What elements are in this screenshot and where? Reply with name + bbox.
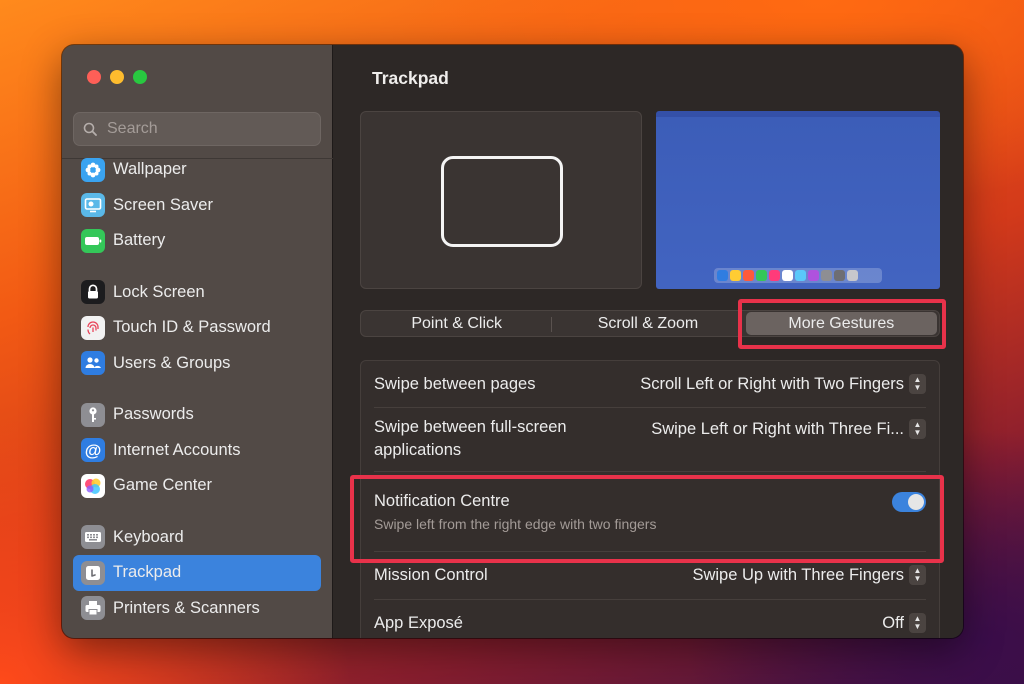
sidebar-item-keyboard[interactable]: Keyboard (73, 520, 321, 556)
setting-row-swipe-pages: Swipe between pages Scroll Left or Right… (361, 361, 939, 407)
sidebar-item-label: Passwords (113, 405, 194, 424)
setting-row-app-expose: App Exposé Off ▲ ▼ (361, 600, 939, 638)
settings-window: Wallpaper Screen Saver Battery Lock Scre… (62, 45, 963, 638)
tab-bar: Point & Click Scroll & Zoom More Gesture… (360, 310, 940, 337)
setting-row-mission-control: Mission Control Swipe Up with Three Fing… (361, 552, 939, 598)
swipe-pages-select[interactable]: Scroll Left or Right with Two Fingers ▲ ▼ (640, 374, 926, 394)
setting-label-line: Swipe between full-screen (374, 418, 567, 436)
sidebar-item-printers[interactable]: Printers & Scanners (73, 591, 321, 627)
sidebar-item-lock-screen[interactable]: Lock Screen (73, 275, 321, 311)
setting-label-line: applications (374, 441, 462, 459)
sidebar-item-label: Lock Screen (113, 282, 205, 301)
sidebar-item-label: Printers & Scanners (113, 598, 260, 617)
sidebar-item-trackpad[interactable]: Trackpad (73, 555, 321, 591)
sidebar-item-wallpaper[interactable]: Wallpaper (73, 152, 321, 188)
sidebar-item-label: Touch ID & Password (113, 318, 271, 337)
at-icon: @ (81, 438, 105, 463)
screen-saver-icon (81, 193, 105, 218)
lock-icon (81, 280, 105, 305)
chevron-up-down-icon: ▲ ▼ (909, 374, 926, 394)
setting-label: Mission Control (374, 565, 488, 584)
sidebar-item-label: Wallpaper (113, 160, 187, 179)
wallpaper-icon (81, 157, 105, 182)
page-title: Trackpad (372, 68, 449, 88)
chevron-up-down-icon: ▲ ▼ (909, 419, 926, 439)
keyboard-icon (81, 525, 105, 550)
sidebar-item-label: Internet Accounts (113, 440, 241, 459)
sidebar-item-battery[interactable]: Battery (73, 223, 321, 259)
minimize-button[interactable] (110, 70, 124, 84)
setting-label: Notification Centre (374, 492, 510, 510)
battery-icon (81, 228, 105, 253)
chevron-up-down-icon: ▲ ▼ (909, 565, 926, 585)
gesture-preview-trackpad (360, 111, 642, 289)
dock-preview (714, 268, 882, 283)
window-controls (87, 70, 147, 84)
printer-icon (81, 596, 105, 621)
search-input[interactable] (107, 120, 297, 138)
sidebar-item-label: Users & Groups (113, 353, 231, 372)
setting-label: Swipe between full-screen applications (374, 416, 567, 462)
app-expose-select[interactable]: Off ▲ ▼ (882, 613, 926, 633)
sidebar-item-label: Trackpad (113, 563, 182, 582)
sidebar-item-label: Screen Saver (113, 195, 213, 214)
sidebar-item-label: Keyboard (113, 527, 184, 546)
game-center-icon (81, 473, 105, 498)
zoom-button[interactable] (133, 70, 147, 84)
key-icon (81, 402, 105, 427)
sidebar-item-users-groups[interactable]: Users & Groups (73, 346, 321, 382)
setting-description: Swipe left from the right edge with two … (374, 516, 657, 532)
chevron-up-down-icon: ▲ ▼ (909, 613, 926, 633)
sidebar: Wallpaper Screen Saver Battery Lock Scre… (62, 45, 333, 638)
setting-value: Swipe Up with Three Fingers (692, 565, 904, 584)
sidebar-item-label: Battery (113, 231, 166, 250)
notification-centre-toggle[interactable] (892, 492, 926, 512)
search-field[interactable] (73, 112, 321, 146)
mission-control-select[interactable]: Swipe Up with Three Fingers ▲ ▼ (692, 565, 926, 585)
setting-text: Notification Centre Swipe left from the … (374, 490, 656, 532)
gesture-settings-list: Swipe between pages Scroll Left or Right… (360, 360, 940, 638)
setting-row-notification-centre: Notification Centre Swipe left from the … (361, 472, 939, 550)
setting-value: Off (882, 613, 904, 632)
sidebar-item-internet-accounts[interactable]: @ Internet Accounts (73, 433, 321, 469)
main-pane: Trackpad Point & Click Scroll & Zoom Mor… (334, 45, 963, 638)
close-button[interactable] (87, 70, 101, 84)
sidebar-item-game-center[interactable]: Game Center (73, 468, 321, 504)
sidebar-item-label: Game Center (113, 476, 213, 495)
swipe-fullscreen-select[interactable]: Swipe Left or Right with Three Fi... ▲ ▼ (651, 419, 926, 439)
tab-point-click[interactable]: Point & Click (361, 311, 553, 336)
tab-scroll-zoom[interactable]: Scroll & Zoom (552, 311, 743, 336)
sidebar-item-touch-id[interactable]: Touch ID & Password (73, 310, 321, 346)
search-icon (83, 122, 97, 136)
setting-row-swipe-fullscreen: Swipe between full-screen applications S… (361, 408, 939, 470)
fingerprint-icon (81, 315, 105, 340)
sidebar-item-passwords[interactable]: Passwords (73, 397, 321, 433)
gesture-preview-screen (656, 111, 940, 289)
setting-value: Scroll Left or Right with Two Fingers (640, 374, 904, 393)
sidebar-item-screen-saver[interactable]: Screen Saver (73, 188, 321, 224)
setting-label: Swipe between pages (374, 374, 536, 393)
toggle-knob (908, 494, 924, 510)
trackpad-icon (81, 560, 105, 585)
trackpad-outline (441, 156, 563, 247)
setting-value: Swipe Left or Right with Three Fi... (651, 419, 904, 438)
setting-label: App Exposé (374, 613, 463, 632)
users-icon (81, 351, 105, 376)
sidebar-list: Wallpaper Screen Saver Battery Lock Scre… (73, 152, 321, 626)
tab-more-gestures[interactable]: More Gestures (745, 312, 937, 335)
